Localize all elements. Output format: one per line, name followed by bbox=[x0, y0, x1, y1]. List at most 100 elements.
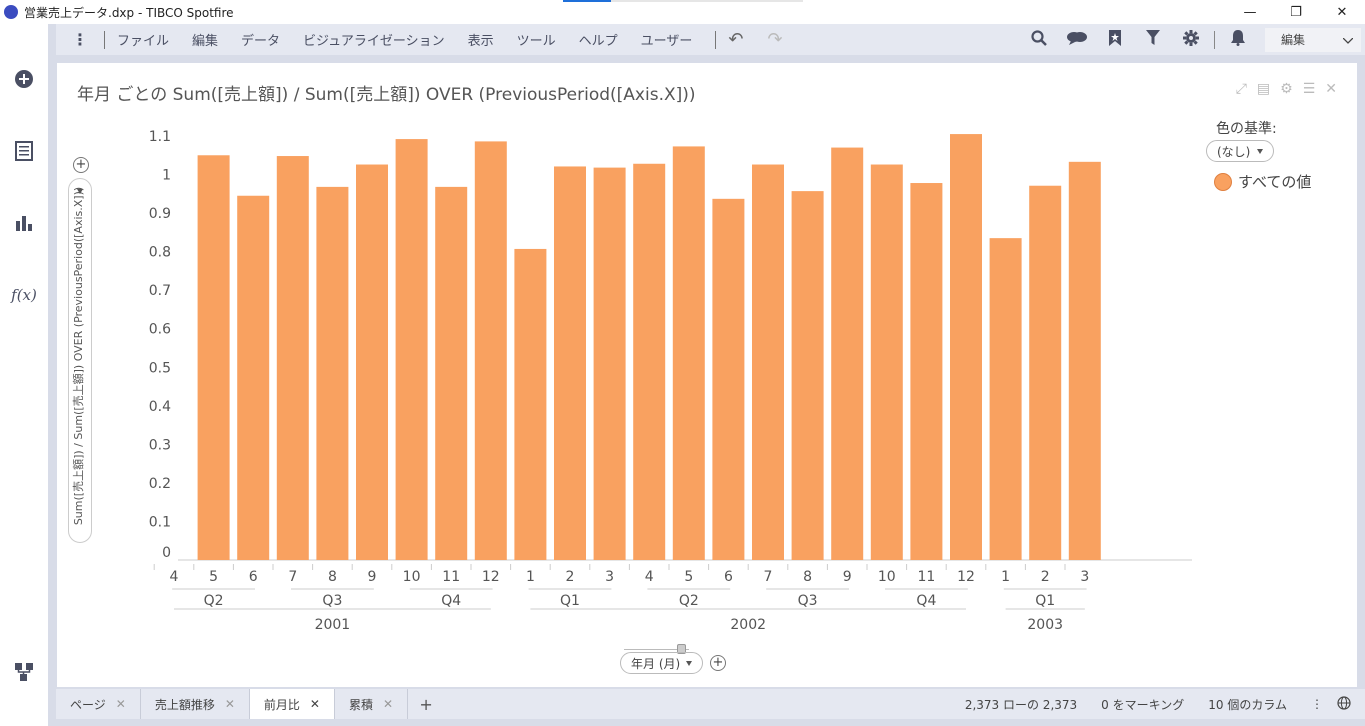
bookmark-icon[interactable] bbox=[1096, 29, 1134, 50]
page-tab-page[interactable]: ページ ✕ bbox=[56, 689, 141, 719]
x-axis-selector[interactable]: 年月 (月) bbox=[620, 652, 703, 674]
collaboration-icon[interactable] bbox=[1058, 30, 1096, 50]
edit-mode-label: 編集 bbox=[1281, 33, 1306, 47]
visualization-icon[interactable] bbox=[12, 211, 36, 235]
x-tick-label-month: 3 bbox=[1080, 569, 1089, 585]
bar[interactable] bbox=[514, 248, 547, 561]
row-count: 2,373 ローの 2,373 bbox=[964, 697, 1078, 712]
y-tick-label: 0.4 bbox=[149, 399, 171, 415]
bar[interactable] bbox=[593, 167, 626, 560]
search-icon[interactable] bbox=[1020, 29, 1058, 50]
column-count[interactable]: 10 個のカラム bbox=[1208, 696, 1287, 713]
x-tick-label-month: 4 bbox=[170, 569, 179, 585]
bar[interactable] bbox=[1029, 185, 1062, 560]
bar[interactable] bbox=[950, 134, 982, 560]
menu-file[interactable]: ファイル bbox=[117, 30, 169, 49]
data-table-icon[interactable] bbox=[12, 139, 36, 163]
x-tick-label-month: 5 bbox=[209, 569, 218, 585]
close-window-button[interactable]: ✕ bbox=[1319, 0, 1365, 24]
status-bar: 2,373 ローの 2,373 0 をマーキング 10 個のカラム ⋮ bbox=[965, 689, 1365, 719]
settings-gear-icon[interactable] bbox=[1172, 29, 1210, 50]
y-tick-label: 0.9 bbox=[149, 206, 171, 222]
bar[interactable] bbox=[870, 164, 903, 561]
x-tick-label-month: 7 bbox=[764, 569, 773, 585]
y-tick-label: 1 bbox=[162, 168, 171, 184]
x-tick-label-month: 9 bbox=[368, 569, 377, 585]
bar[interactable] bbox=[237, 195, 270, 560]
marked-count: 0 をマーキング bbox=[1101, 697, 1185, 712]
legend-item[interactable]: すべての値 bbox=[1214, 171, 1311, 192]
x-tick-label-month: 3 bbox=[605, 569, 614, 585]
edit-mode-dropdown[interactable]: 編集 bbox=[1265, 27, 1361, 52]
x-tick-label-quarter: Q2 bbox=[679, 593, 699, 609]
undo-icon[interactable]: ↶ bbox=[728, 29, 743, 50]
status-more-icon[interactable]: ⋮ bbox=[1311, 697, 1323, 711]
bar[interactable] bbox=[316, 186, 349, 560]
bar[interactable] bbox=[910, 183, 943, 560]
menu-tools[interactable]: ツール bbox=[517, 30, 556, 49]
more-menu-icon[interactable]: ⋮ bbox=[68, 30, 92, 49]
bar[interactable] bbox=[276, 156, 309, 560]
x-tick-label-month: 1 bbox=[1001, 569, 1010, 585]
x-tick-label-month: 1 bbox=[526, 569, 535, 585]
bar[interactable] bbox=[989, 238, 1022, 561]
filter-icon[interactable] bbox=[1134, 29, 1172, 50]
hierarchy-icon[interactable] bbox=[12, 660, 36, 684]
color-by-selector[interactable]: (なし) bbox=[1206, 140, 1274, 162]
menu-bar: ⋮ ファイル 編集 データ ビジュアライゼーション 表示 ツール ヘルプ ユーザ… bbox=[56, 24, 1365, 55]
y-tick-label: 0.7 bbox=[149, 283, 171, 299]
page-tab-label: 累積 bbox=[348, 697, 373, 712]
x-tick-label-year: 2002 bbox=[730, 617, 766, 633]
bar[interactable] bbox=[752, 164, 784, 561]
bar[interactable] bbox=[395, 139, 428, 561]
bar[interactable] bbox=[435, 186, 468, 560]
titlebar-accent bbox=[563, 0, 611, 2]
add-page-icon[interactable]: + bbox=[408, 695, 444, 714]
x-tick-label-quarter: Q4 bbox=[916, 593, 936, 609]
y-tick-label: 0.2 bbox=[149, 476, 171, 492]
function-icon[interactable]: f(x) bbox=[11, 283, 37, 307]
y-tick-label: 0.3 bbox=[149, 437, 171, 453]
bar[interactable] bbox=[831, 147, 864, 560]
bar[interactable] bbox=[197, 155, 230, 560]
x-tick-label-month: 12 bbox=[957, 569, 975, 585]
menu-data[interactable]: データ bbox=[241, 30, 280, 49]
close-tab-icon[interactable]: ✕ bbox=[383, 697, 393, 711]
legend-swatch bbox=[1214, 172, 1232, 191]
page-tab-sales-trend[interactable]: 売上額推移 ✕ bbox=[141, 689, 250, 719]
bar[interactable] bbox=[554, 166, 586, 560]
restore-button[interactable]: ❐ bbox=[1273, 0, 1319, 24]
bar[interactable] bbox=[474, 141, 507, 560]
bar-chart[interactable]: 0 0.1 0.2 0.3 0.4 0.5 0.6 0.7 0.8 0.9 1 1.1 4 5 6 7 8 9 10… bbox=[57, 63, 1357, 687]
close-tab-icon[interactable]: ✕ bbox=[116, 697, 126, 711]
x-tick-label-year: 2001 bbox=[315, 617, 351, 633]
menu-visualization[interactable]: ビジュアライゼーション bbox=[303, 30, 445, 49]
menu-help[interactable]: ヘルプ bbox=[579, 30, 618, 49]
x-tick-label-month: 6 bbox=[724, 569, 733, 585]
x-tick-label-month: 8 bbox=[328, 569, 337, 585]
menu-edit[interactable]: 編集 bbox=[192, 30, 218, 49]
bar[interactable] bbox=[356, 164, 388, 561]
x-tick-label-quarter: Q1 bbox=[560, 593, 580, 609]
close-tab-icon[interactable]: ✕ bbox=[225, 697, 235, 711]
x-tick-label-month: 11 bbox=[442, 569, 460, 585]
page-tab-month-over-month[interactable]: 前月比 ✕ bbox=[249, 689, 335, 719]
minimize-button[interactable]: — bbox=[1227, 0, 1273, 24]
bar[interactable] bbox=[1068, 161, 1101, 561]
x-tick-label-month: 12 bbox=[482, 569, 500, 585]
notification-bell-icon[interactable] bbox=[1219, 29, 1257, 50]
redo-icon[interactable]: ↷ bbox=[768, 29, 783, 50]
page-tab-cumulative[interactable]: 累積 ✕ bbox=[335, 689, 409, 719]
bar[interactable] bbox=[633, 163, 666, 560]
close-tab-icon[interactable]: ✕ bbox=[310, 697, 320, 711]
add-x-axis-button[interactable]: + bbox=[710, 655, 726, 671]
globe-icon[interactable] bbox=[1337, 695, 1351, 713]
bar[interactable] bbox=[791, 191, 824, 560]
menu-user[interactable]: ユーザー bbox=[641, 30, 693, 49]
y-tick-label: 0.8 bbox=[149, 245, 171, 261]
menu-view[interactable]: 表示 bbox=[468, 30, 494, 49]
page-tab-label: 前月比 bbox=[263, 697, 300, 712]
bar[interactable] bbox=[712, 198, 745, 560]
add-icon[interactable] bbox=[12, 67, 36, 91]
bar[interactable] bbox=[672, 146, 705, 560]
